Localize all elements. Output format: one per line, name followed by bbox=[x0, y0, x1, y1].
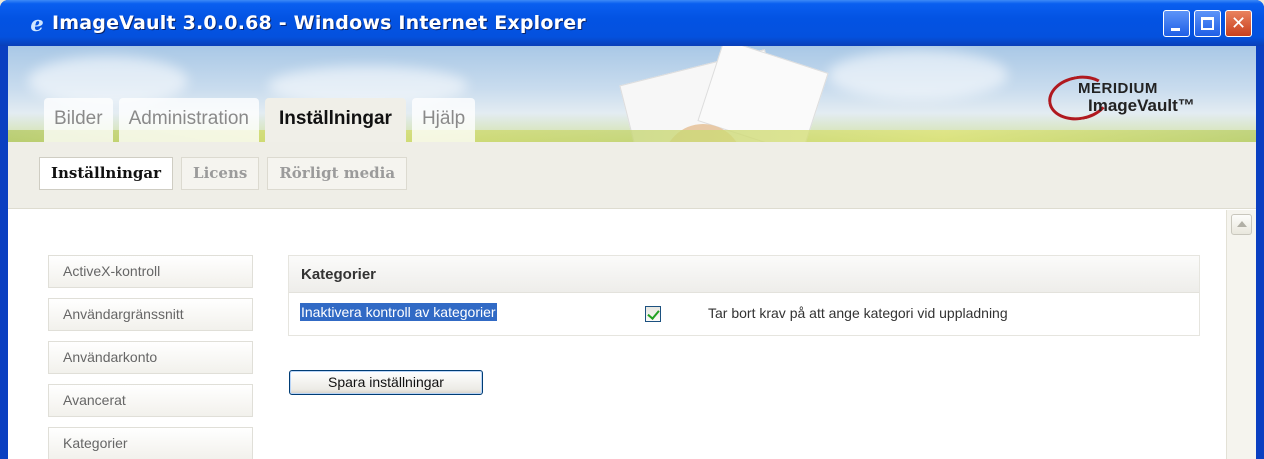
meridium-imagevault-logo: MERIDIUM ImageVault™ bbox=[1044, 70, 1248, 126]
side-item-anvandarkonto[interactable]: Användarkonto bbox=[48, 341, 253, 374]
window-title: ImageVault 3.0.0.68 - Windows Internet E… bbox=[52, 12, 586, 34]
sub-tab-bar: Inställningar Licens Rörligt media bbox=[8, 142, 1256, 209]
save-settings-button[interactable]: Spara inställningar bbox=[289, 370, 483, 395]
scroll-up-arrow-icon[interactable] bbox=[1231, 214, 1252, 235]
maximize-button[interactable] bbox=[1194, 10, 1221, 37]
kategorier-panel: Kategorier Inaktivera kontroll av katego… bbox=[288, 255, 1200, 336]
setting-description: Tar bort krav på att ange kategori vid u… bbox=[708, 305, 1008, 321]
logo-text-top: MERIDIUM bbox=[1078, 80, 1158, 97]
tab-installningar[interactable]: Inställningar bbox=[264, 98, 406, 144]
panel-title: Kategorier bbox=[301, 266, 377, 283]
title-bar: e ImageVault 3.0.0.68 - Windows Internet… bbox=[0, 0, 1264, 46]
minimize-icon bbox=[1164, 11, 1189, 36]
header-banner: MERIDIUM ImageVault™ Bilder Administrati… bbox=[8, 46, 1256, 173]
vertical-scrollbar[interactable] bbox=[1226, 210, 1256, 459]
main-tabs: Bilder Administration Inställningar Hjäl… bbox=[44, 98, 476, 144]
maximize-icon bbox=[1195, 11, 1220, 36]
internet-explorer-icon: e bbox=[30, 11, 44, 36]
subtab-installningar[interactable]: Inställningar bbox=[39, 157, 174, 190]
logo-text-bottom: ImageVault™ bbox=[1088, 96, 1195, 115]
side-item-avancerat[interactable]: Avancerat bbox=[48, 384, 253, 417]
tab-hjalp[interactable]: Hjälp bbox=[411, 98, 476, 144]
subtab-licens[interactable]: Licens bbox=[181, 157, 260, 190]
panel-header: Kategorier bbox=[289, 256, 1199, 293]
settings-content: ActiveX-kontroll Användargränssnitt Anvä… bbox=[8, 210, 1226, 459]
side-item-kategorier[interactable]: Kategorier bbox=[48, 427, 253, 459]
tab-bilder[interactable]: Bilder bbox=[44, 98, 113, 144]
minimize-button[interactable] bbox=[1163, 10, 1190, 37]
setting-label: Inaktivera kontroll av kategorier bbox=[300, 303, 497, 321]
subtab-rorligt-media[interactable]: Rörligt media bbox=[267, 157, 408, 190]
inaktivera-kategorier-checkbox[interactable] bbox=[645, 306, 661, 322]
browser-content: MERIDIUM ImageVault™ Bilder Administrati… bbox=[8, 46, 1256, 459]
tab-administration[interactable]: Administration bbox=[118, 98, 259, 144]
close-icon: ✕ bbox=[1230, 13, 1247, 34]
close-button[interactable]: ✕ bbox=[1225, 10, 1252, 37]
browser-window: e ImageVault 3.0.0.68 - Windows Internet… bbox=[0, 0, 1264, 459]
side-item-activex[interactable]: ActiveX-kontroll bbox=[48, 255, 253, 288]
settings-side-menu: ActiveX-kontroll Användargränssnitt Anvä… bbox=[48, 255, 253, 459]
side-item-anvandargranssnitt[interactable]: Användargränssnitt bbox=[48, 298, 253, 331]
